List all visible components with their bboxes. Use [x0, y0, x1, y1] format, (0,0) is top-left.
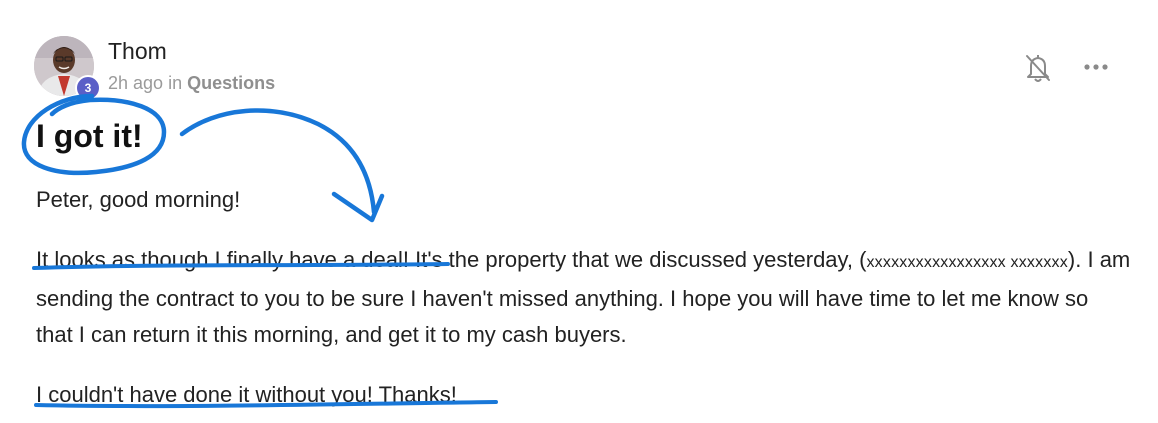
post-paragraph: It looks as though I finally have a deal… [36, 242, 1131, 353]
post-time: 2h ago [108, 73, 164, 93]
bell-off-icon[interactable] [1024, 52, 1052, 84]
post-closing: I couldn't have done it without you! Tha… [36, 382, 457, 407]
in-label: in [168, 73, 183, 93]
post-body: Peter, good morning! It looks as though … [36, 182, 1131, 413]
redacted-address: xxxxxxxxxxxxxxxxx xxxxxxx [866, 254, 1068, 271]
author-name[interactable]: Thom [108, 38, 167, 65]
category-link[interactable]: Questions [187, 73, 275, 93]
more-options-icon[interactable] [1080, 56, 1112, 78]
post-title: I got it! [36, 118, 143, 154]
paragraph-text-start: It looks as though I finally have a deal… [36, 247, 867, 272]
post-greeting: Peter, good morning! [36, 187, 241, 212]
level-badge: 3 [75, 75, 101, 101]
post-meta: 2h ago in Questions [108, 73, 275, 94]
